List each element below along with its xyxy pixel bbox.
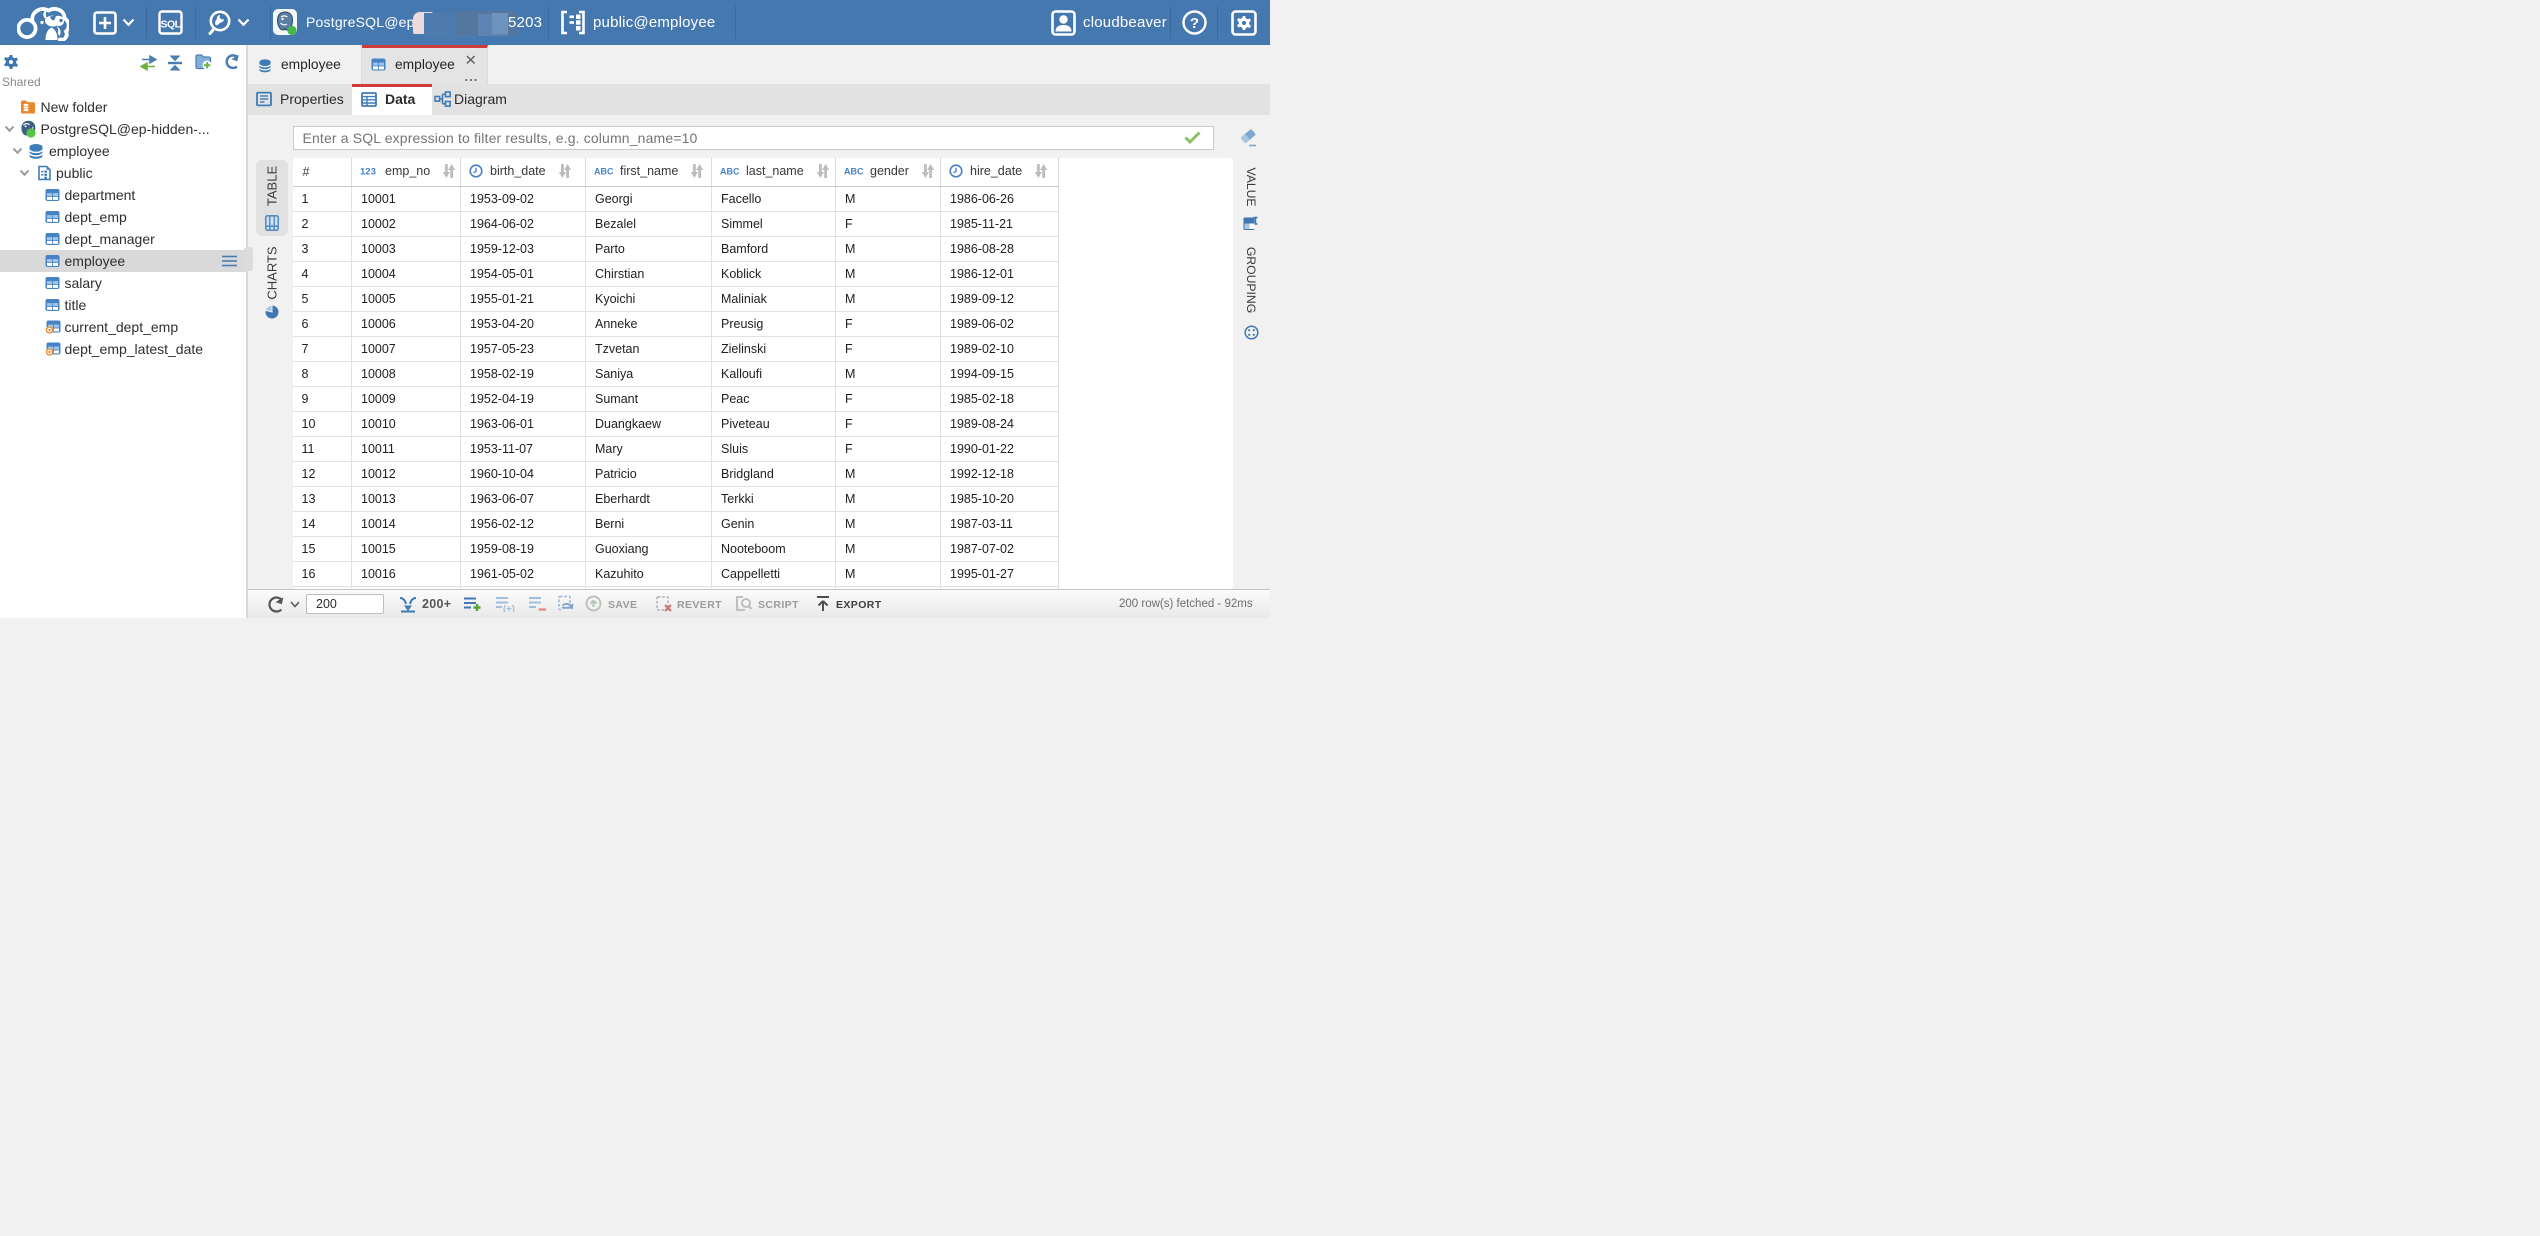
svg-text:?: ?	[1190, 15, 1199, 32]
svg-text:SQL: SQL	[160, 18, 181, 30]
svg-text:ABC: ABC	[594, 167, 613, 177]
svg-text:123: 123	[360, 167, 376, 177]
svg-text:ABC: ABC	[844, 167, 863, 177]
svg-text:ABC: ABC	[720, 167, 739, 177]
svg-text:(+): (+)	[503, 604, 515, 613]
